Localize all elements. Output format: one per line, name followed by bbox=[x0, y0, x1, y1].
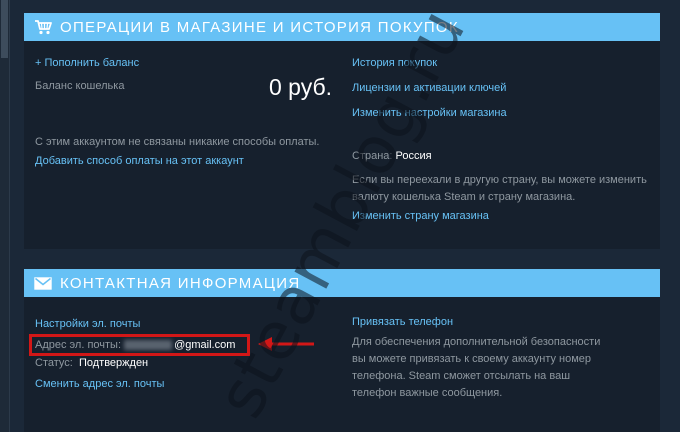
store-section-title: Операции в магазине и история покупок bbox=[60, 18, 459, 36]
email-settings-link[interactable]: Настройки эл. почты bbox=[35, 318, 140, 330]
email-status-label: Статус: bbox=[35, 357, 73, 369]
phone-security-text: Для обеспечения дополнительной безопасно… bbox=[352, 336, 601, 399]
red-arrow-icon bbox=[258, 337, 314, 351]
email-status-value: Подтвержден bbox=[78, 357, 149, 369]
country-row: Страна: Россия bbox=[352, 150, 432, 162]
email-status-row: Статус: Подтвержден bbox=[35, 357, 148, 369]
store-section: Операции в магазине и история покупок + … bbox=[24, 13, 660, 249]
country-label: Страна: bbox=[352, 150, 393, 162]
wallet-balance-label: Баланс кошелька bbox=[35, 80, 125, 92]
contact-section-header: Контактная информация bbox=[24, 269, 660, 297]
email-highlight-box bbox=[29, 334, 250, 356]
envelope-icon bbox=[34, 275, 52, 291]
country-value: Россия bbox=[395, 150, 432, 162]
contact-section-title: Контактная информация bbox=[60, 274, 301, 292]
change-store-country-link[interactable]: Изменить страну магазина bbox=[352, 210, 489, 222]
page-scrollbar[interactable] bbox=[0, 0, 10, 432]
store-section-header: Операции в магазине и история покупок bbox=[24, 13, 660, 41]
wallet-balance-value: 0 руб. bbox=[269, 74, 333, 100]
add-payment-method-link[interactable]: Добавить способ оплаты на этот аккаунт bbox=[35, 155, 244, 167]
purchase-history-link[interactable]: История покупок bbox=[352, 57, 437, 69]
scrollbar-thumb[interactable] bbox=[1, 0, 8, 58]
add-phone-link[interactable]: Привязать телефон bbox=[352, 316, 453, 328]
store-preferences-link[interactable]: Изменить настройки магазина bbox=[352, 107, 507, 119]
licenses-link[interactable]: Лицензии и активации ключей bbox=[352, 82, 506, 94]
add-funds-link[interactable]: + Пополнить баланс bbox=[35, 57, 139, 69]
change-email-link[interactable]: Сменить адрес эл. почты bbox=[35, 378, 164, 390]
moved-country-text: Если вы переехали в другую страну, вы мо… bbox=[352, 174, 647, 203]
no-payment-methods-text: С этим аккаунтом не связаны никакие спос… bbox=[35, 136, 320, 148]
cart-icon bbox=[34, 19, 52, 35]
